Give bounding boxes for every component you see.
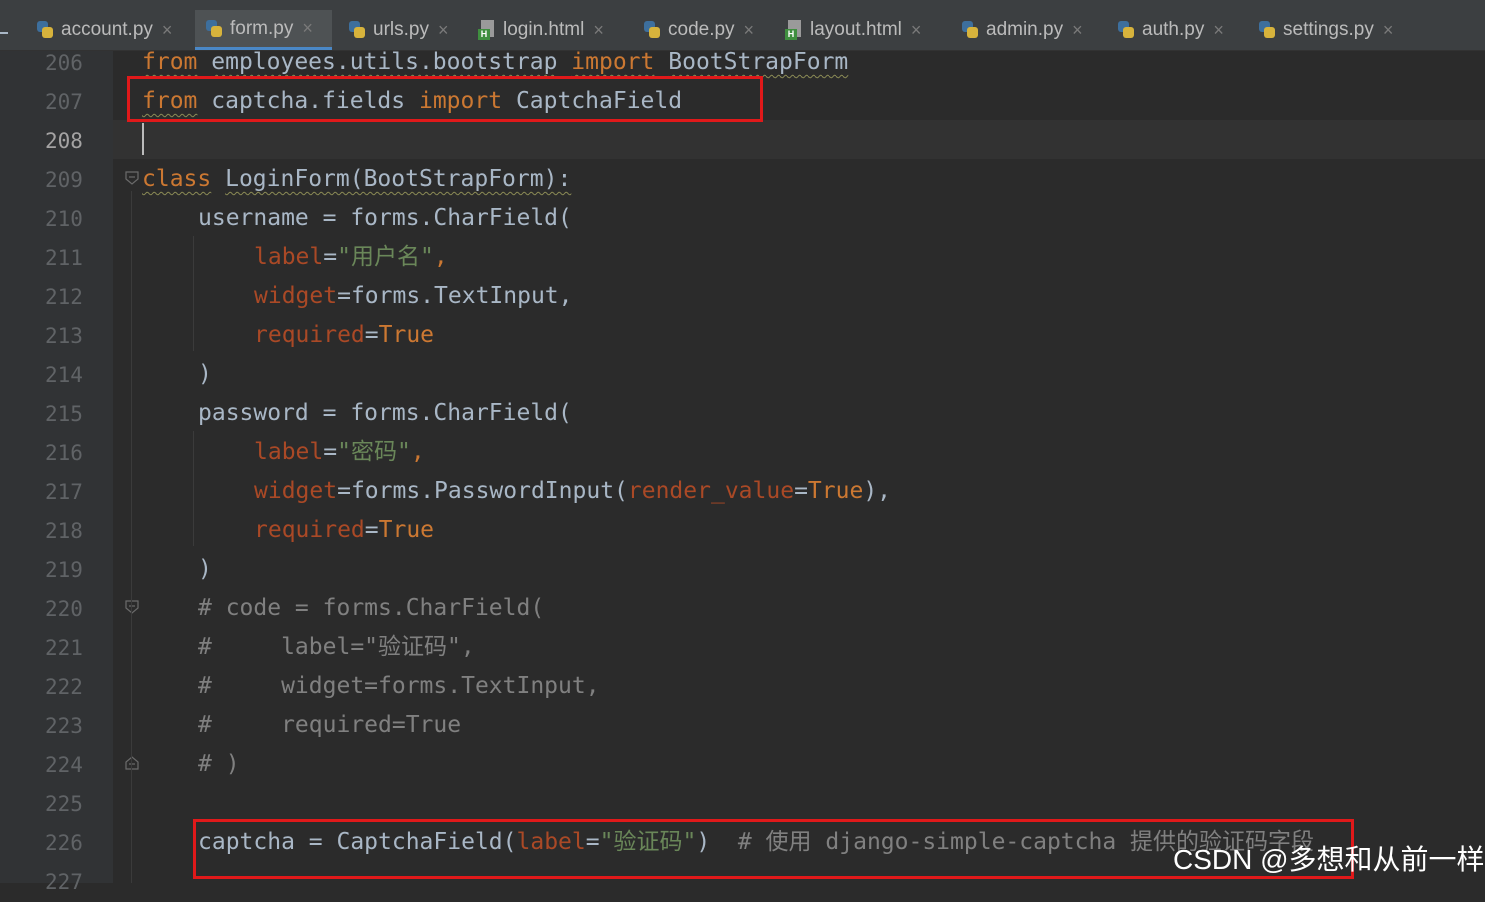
tab-label: account.py xyxy=(61,19,153,40)
line-number: 212 xyxy=(45,285,83,309)
tab-auth-py[interactable]: auth.py × xyxy=(1107,10,1247,50)
python-file-icon xyxy=(643,20,661,40)
line-number: 226 xyxy=(45,831,83,855)
tab-label: settings.py xyxy=(1283,19,1374,40)
tab-scroll-marker xyxy=(0,32,8,34)
code-line-223: # required=True xyxy=(198,712,462,738)
watermark: CSDN @多想和从前一样 xyxy=(1173,844,1485,875)
line-number: 215 xyxy=(45,402,83,426)
close-tab-icon[interactable]: × xyxy=(302,18,313,39)
line-number: 221 xyxy=(45,636,83,660)
highlight-box-import xyxy=(127,76,763,122)
close-tab-icon[interactable]: × xyxy=(744,20,755,41)
python-file-icon xyxy=(205,19,223,39)
tab-label: urls.py xyxy=(373,19,429,40)
code-line-221: # label="验证码", xyxy=(198,634,475,660)
line-number: 224 xyxy=(45,753,83,777)
line-number: 206 xyxy=(45,51,83,75)
line-number: 217 xyxy=(45,480,83,504)
line-number: 218 xyxy=(45,519,83,543)
line-number: 216 xyxy=(45,441,83,465)
tab-admin-py[interactable]: admin.py × xyxy=(951,10,1103,50)
close-tab-icon[interactable]: × xyxy=(438,20,449,41)
line-number: 209 xyxy=(45,168,83,192)
tab-label: admin.py xyxy=(986,19,1064,40)
code-line-211: label="用户名", xyxy=(254,244,448,270)
line-number: 219 xyxy=(45,558,83,582)
tab-label: form.py xyxy=(230,17,294,39)
line-number: 225 xyxy=(45,792,83,816)
code-line-224: # ) xyxy=(198,751,240,777)
close-tab-icon[interactable]: × xyxy=(1383,20,1394,41)
html-file-icon: H xyxy=(478,20,496,40)
tab-label: auth.py xyxy=(1142,19,1205,40)
line-number-gutter: 206 207 208 209 210 211 212 213 214 215 … xyxy=(18,51,113,894)
python-file-icon xyxy=(36,20,54,40)
tab-label: layout.html xyxy=(810,19,902,40)
close-tab-icon[interactable]: × xyxy=(911,20,922,41)
line-number: 220 xyxy=(45,597,83,621)
line-number: 211 xyxy=(45,246,83,270)
indent-guide xyxy=(131,191,132,883)
python-file-icon xyxy=(1117,20,1135,40)
close-tab-icon[interactable]: × xyxy=(162,20,173,41)
indent-guide xyxy=(193,236,194,351)
code-line-222: # widget=forms.TextInput, xyxy=(198,673,600,699)
code-line-214: ) xyxy=(198,361,212,387)
tab-label: login.html xyxy=(503,19,585,40)
line-number: 207 xyxy=(45,90,83,114)
code-line-216: label="密码", xyxy=(254,439,425,465)
python-file-icon xyxy=(1258,20,1276,40)
line-number: 213 xyxy=(45,324,83,348)
indent-guide xyxy=(193,431,194,546)
left-strip xyxy=(0,51,18,883)
python-file-icon xyxy=(348,20,366,40)
code-line-218: required=True xyxy=(254,517,435,543)
python-file-icon xyxy=(961,20,979,40)
code-line-220: # code = forms.CharField( xyxy=(198,595,545,621)
text-caret xyxy=(142,123,144,155)
code-line-210: username = forms.CharField( xyxy=(198,205,572,231)
code-line-215: password = forms.CharField( xyxy=(198,400,572,426)
close-tab-icon[interactable]: × xyxy=(1072,20,1083,41)
line-number: 210 xyxy=(45,207,83,231)
line-number-current: 208 xyxy=(45,129,83,153)
html-file-icon: H xyxy=(785,20,803,40)
code-line-212: widget=forms.TextInput, xyxy=(254,283,573,309)
line-number: 223 xyxy=(45,714,83,738)
close-tab-icon[interactable]: × xyxy=(593,20,604,41)
code-line-213: required=True xyxy=(254,322,435,348)
code-line-219: ) xyxy=(198,556,212,582)
code-editor[interactable]: from employees.utils.bootstrap import Bo… xyxy=(113,49,1485,883)
tab-settings-py[interactable]: settings.py × xyxy=(1248,10,1413,50)
code-line-217: widget=forms.PasswordInput(render_value=… xyxy=(254,478,892,504)
code-line-209: class LoginForm(BootStrapForm): xyxy=(142,166,572,192)
line-number: 222 xyxy=(45,675,83,699)
line-number: 214 xyxy=(45,363,83,387)
current-line-highlight xyxy=(113,120,1485,159)
tab-label: code.py xyxy=(668,19,735,40)
close-tab-icon[interactable]: × xyxy=(1213,20,1224,41)
